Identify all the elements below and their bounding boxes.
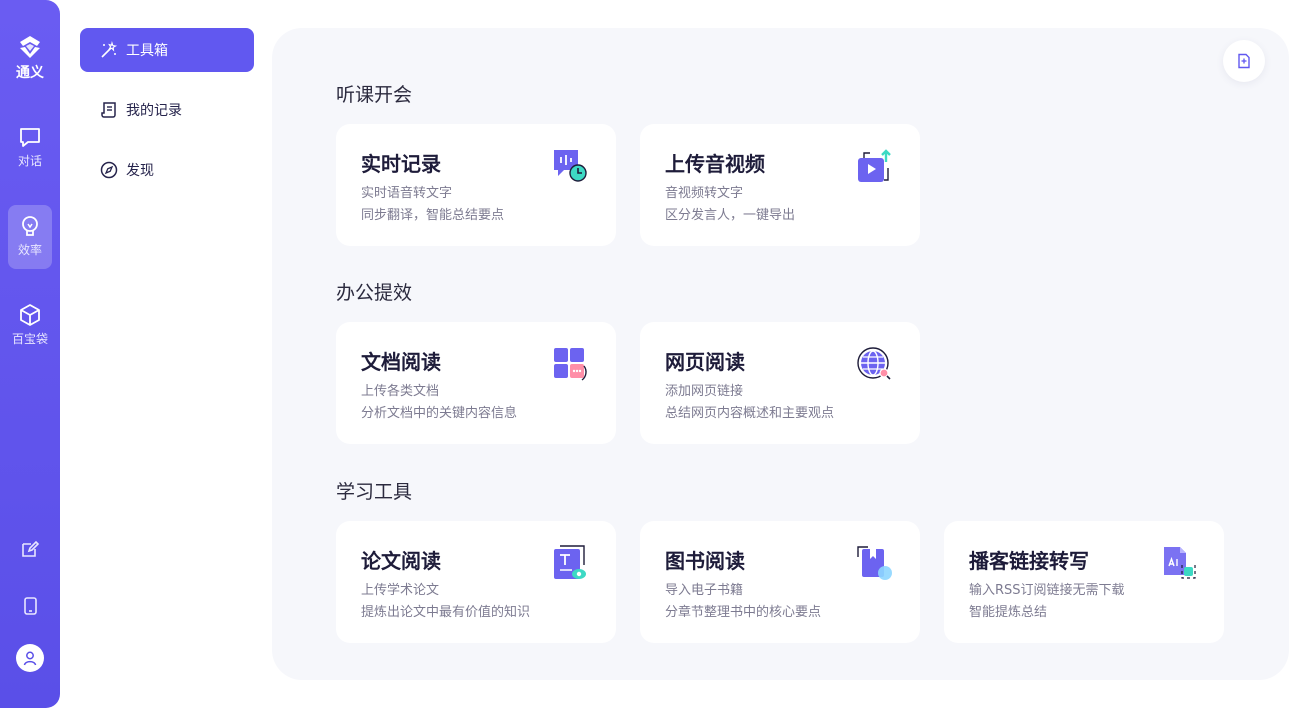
tool-card-document-read[interactable]: 文档阅读 上传各类文档 分析文档中的关键内容信息 bbox=[336, 322, 616, 444]
magic-wand-icon bbox=[101, 41, 118, 58]
podcast-transcribe-icon bbox=[1164, 547, 1196, 579]
card-desc: 导入电子书籍 bbox=[665, 583, 744, 598]
section-title: 听课开会 bbox=[336, 84, 413, 106]
card-desc: 总结网页内容概述和主要观点 bbox=[665, 406, 835, 421]
app-name: 通义 bbox=[16, 65, 44, 81]
edit-icon bbox=[22, 540, 40, 557]
tool-card-podcast-transcribe[interactable]: 播客链接转写 输入RSS订阅链接无需下载 智能提炼总结 bbox=[944, 521, 1224, 643]
edit-button[interactable] bbox=[0, 539, 60, 563]
mobile-button[interactable] bbox=[0, 596, 60, 620]
subnav-item-label: 我的记录 bbox=[126, 103, 182, 119]
subnav-item-label: 工具箱 bbox=[126, 43, 168, 59]
tool-card-upload-av[interactable]: 上传音视频 音视频转文字 区分发言人，一键导出 bbox=[640, 124, 920, 246]
tool-card-book-read[interactable]: 图书阅读 导入电子书籍 分章节整理书中的核心要点 bbox=[640, 521, 920, 643]
scroll-icon bbox=[101, 102, 116, 118]
tool-card-web-read[interactable]: 网页阅读 添加网页链接 总结网页内容概述和主要观点 bbox=[640, 322, 920, 444]
rail-item-chat[interactable]: 对话 bbox=[8, 116, 52, 180]
subnav-item-toolbox[interactable]: 工具箱 bbox=[80, 28, 254, 72]
tool-card-realtime-record[interactable]: 实时记录 实时语音转文字 同步翻译，智能总结要点 bbox=[336, 124, 616, 246]
card-desc: 上传各类文档 bbox=[361, 384, 440, 399]
section-title: 办公提效 bbox=[336, 282, 413, 304]
realtime-record-icon bbox=[554, 150, 587, 182]
card-desc: 上传学术论文 bbox=[361, 583, 440, 598]
notes-button[interactable] bbox=[1223, 40, 1265, 82]
rail-item-label: 对话 bbox=[17, 154, 42, 168]
compass-icon bbox=[100, 161, 118, 179]
upload-video-icon bbox=[858, 149, 891, 182]
left-rail: 通义 对话 效率 百宝袋 bbox=[0, 0, 60, 708]
card-desc: 添加网页链接 bbox=[665, 384, 744, 399]
chat-icon bbox=[20, 128, 40, 147]
card-desc: 实时语音转文字 bbox=[361, 186, 453, 201]
user-avatar[interactable] bbox=[16, 644, 44, 672]
card-desc: 输入RSS订阅链接无需下载 bbox=[969, 583, 1125, 598]
card-desc: 同步翻译，智能总结要点 bbox=[361, 208, 505, 223]
paper-read-icon bbox=[554, 545, 586, 579]
tool-card-paper-read[interactable]: 论文阅读 上传学术论文 提炼出论文中最有价值的知识 bbox=[336, 521, 616, 643]
card-desc: 分章节整理书中的核心要点 bbox=[665, 605, 822, 620]
card-desc: 分析文档中的关键内容信息 bbox=[361, 406, 518, 421]
rail-item-label: 效率 bbox=[17, 243, 42, 257]
lightbulb-icon bbox=[22, 216, 38, 236]
subnav-item-records[interactable]: 我的记录 bbox=[80, 88, 254, 132]
cube-icon bbox=[20, 304, 40, 326]
document-read-icon bbox=[554, 348, 587, 381]
card-desc: 区分发言人，一键导出 bbox=[665, 208, 796, 223]
subnav-item-discover[interactable]: 发现 bbox=[80, 148, 254, 192]
web-read-icon bbox=[857, 347, 891, 380]
tongyi-logo-icon bbox=[20, 36, 40, 58]
section-title: 学习工具 bbox=[336, 481, 413, 503]
rail-item-label: 百宝袋 bbox=[11, 332, 48, 346]
rail-item-efficiency[interactable]: 效率 bbox=[8, 205, 52, 269]
toolbox-panel: 听课开会 实时记录 实时语音转文字 同步翻译，智能总结要点 上传音视频 音视频转… bbox=[272, 28, 1289, 680]
subnav-item-label: 发现 bbox=[126, 163, 154, 179]
card-desc: 智能提炼总结 bbox=[969, 605, 1048, 620]
book-read-icon bbox=[857, 546, 892, 580]
app-logo[interactable]: 通义 bbox=[0, 34, 60, 82]
card-desc: 提炼出论文中最有价值的知识 bbox=[361, 605, 531, 620]
card-desc: 音视频转文字 bbox=[665, 186, 744, 201]
rail-item-treasure[interactable]: 百宝袋 bbox=[8, 294, 52, 358]
mobile-icon bbox=[24, 597, 37, 615]
note-add-icon bbox=[1238, 53, 1250, 69]
secondary-nav: 工具箱 我的记录 发现 bbox=[80, 28, 254, 208]
user-avatar-icon bbox=[23, 651, 37, 666]
